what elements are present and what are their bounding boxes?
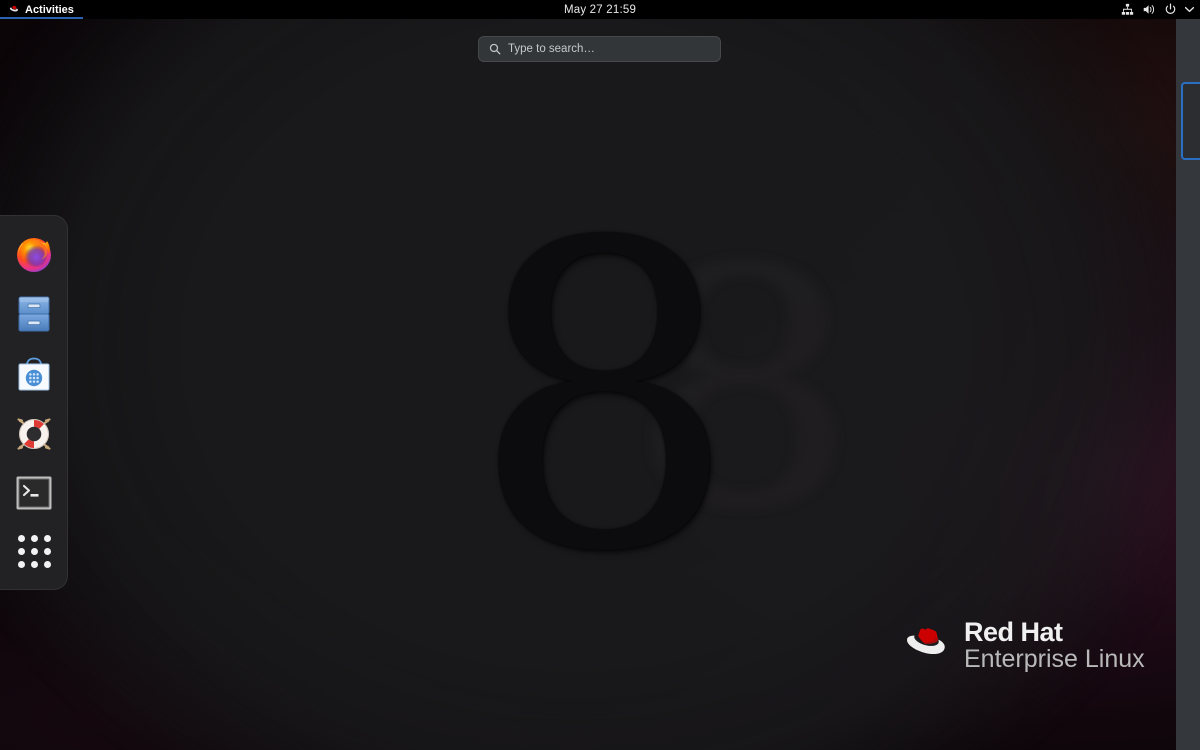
search-placeholder: Type to search… [508,43,595,55]
workspace-thumbnail-selected[interactable] [1181,82,1200,160]
top-bar: Activities May 27 21:59 [0,0,1200,19]
search-entry[interactable]: Type to search… [478,36,721,62]
clock-datetime[interactable]: May 27 21:59 [564,4,636,16]
search-icon [489,43,501,55]
software-bag-icon [18,357,50,391]
firefox-icon [17,238,51,272]
redhat-fedora-logo-icon [907,628,945,655]
dash-dock [0,215,68,590]
activities-label: Activities [25,3,74,16]
volume-icon [1143,5,1155,14]
os-branding: Red Hat Enterprise Linux [896,618,1145,673]
dock-item-help[interactable] [13,414,55,454]
brand-line-1: Red Hat [964,617,1063,647]
dock-item-files[interactable] [13,294,55,334]
dock-item-software[interactable] [13,354,55,394]
redhat-fedora-icon [9,5,18,12]
dock-item-show-applications[interactable] [13,533,55,572]
chevron-down-icon [1185,6,1194,13]
power-icon [1165,3,1176,14]
terminal-icon [16,476,52,510]
dock-item-firefox[interactable] [13,234,55,274]
system-tray[interactable] [1121,3,1194,16]
help-lifering-icon [17,418,51,450]
files-cabinet-icon [18,296,50,332]
brand-line-2: Enterprise Linux [964,645,1145,674]
network-wired-icon [1121,3,1134,15]
desktop-screen: 8 8 Red Hat Enterprise Linux Activities … [0,0,1200,750]
activities-button[interactable]: Activities [0,0,83,19]
app-grid-icon [17,535,51,569]
dock-item-terminal[interactable] [13,474,55,513]
